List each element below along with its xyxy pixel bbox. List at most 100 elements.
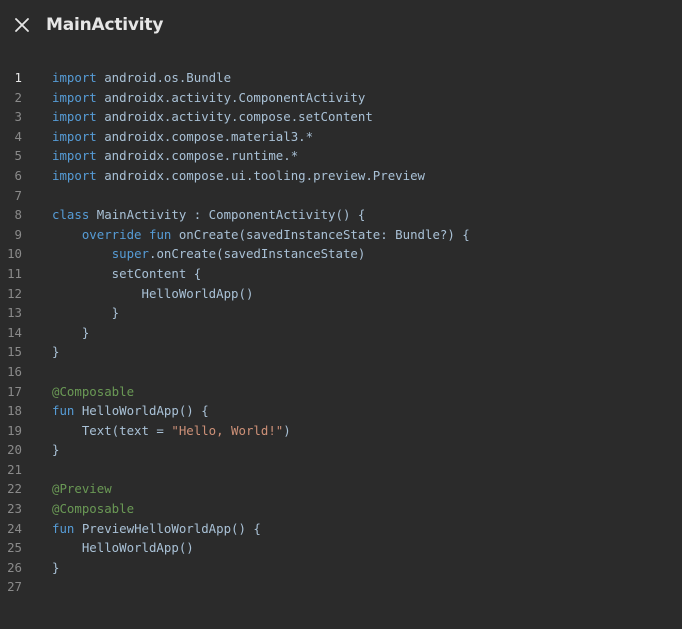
code-text: fun PreviewHelloWorldApp() { xyxy=(52,519,261,539)
line-number: 6 xyxy=(14,167,22,183)
line-number: 7 xyxy=(14,187,22,203)
code-text: } xyxy=(52,303,119,323)
code-text: import androidx.activity.compose.setCont… xyxy=(52,107,373,127)
code-line[interactable]: 20} xyxy=(0,440,682,460)
code-token: HelloWorldApp() xyxy=(52,285,254,301)
code-line[interactable]: 18 fun HelloWorldApp() { xyxy=(0,401,682,421)
line-number: 20 xyxy=(7,442,22,458)
code-token: } xyxy=(52,559,60,575)
line-number: 24 xyxy=(7,520,22,536)
code-line[interactable]: 8 class MainActivity : ComponentActivity(… xyxy=(0,205,682,225)
code-line[interactable]: 23 @Composable xyxy=(0,499,682,519)
code-line[interactable]: 11 setContent { xyxy=(0,264,682,284)
code-line[interactable]: 1 import android.os.Bundle xyxy=(0,68,682,88)
code-line[interactable]: 5 import androidx.compose.runtime.* xyxy=(0,146,682,166)
code-token: super xyxy=(111,246,149,262)
code-token: import xyxy=(52,70,97,85)
code-token: @Preview xyxy=(52,481,112,497)
code-token: import xyxy=(52,148,97,164)
code-text: import androidx.activity.ComponentActivi… xyxy=(52,88,365,108)
code-token: } xyxy=(52,305,120,321)
code-line[interactable]: 9 override fun onCreate(savedInstanceSta… xyxy=(0,225,682,245)
code-token: import xyxy=(52,167,97,183)
code-line[interactable]: 21 xyxy=(0,460,682,480)
code-line[interactable]: 2 import androidx.activity.ComponentActiv… xyxy=(0,88,682,108)
code-token: } xyxy=(52,442,60,458)
title-bar: MainActivity xyxy=(0,0,682,52)
code-token: fun xyxy=(52,520,75,536)
code-text: setContent { xyxy=(52,264,202,284)
code-token: androidx.activity.ComponentActivity xyxy=(96,89,366,105)
code-text: fun HelloWorldApp() { xyxy=(52,401,209,421)
line-number: 9 xyxy=(14,226,22,242)
code-token: MainActivity : ComponentActivity() { xyxy=(89,207,366,223)
code-token: "Hello, World!" xyxy=(171,422,284,438)
code-text: HelloWorldApp() xyxy=(52,538,194,558)
code-token: class xyxy=(52,207,90,223)
code-line[interactable]: 16 xyxy=(0,362,682,382)
code-text: class MainActivity : ComponentActivity()… xyxy=(52,205,365,225)
code-text: } xyxy=(52,342,59,362)
code-text: import androidx.compose.ui.tooling.previ… xyxy=(52,166,425,186)
code-token: import xyxy=(52,89,97,105)
code-text: super.onCreate(savedInstanceState) xyxy=(52,244,366,264)
code-line[interactable]: 7 xyxy=(0,186,682,206)
code-line[interactable]: 17 @Composable xyxy=(0,382,682,402)
code-token: Text(text = xyxy=(52,422,172,438)
line-number: 16 xyxy=(7,363,22,379)
code-token: HelloWorldApp() xyxy=(52,540,194,556)
code-token: androidx.compose.material3.* xyxy=(96,128,314,144)
code-token: HelloWorldApp() { xyxy=(74,403,209,419)
code-token: PreviewHelloWorldApp() { xyxy=(74,520,261,536)
code-line[interactable]: 27 xyxy=(0,577,682,597)
line-number: 14 xyxy=(7,324,22,340)
code-token: @Composable xyxy=(52,501,135,517)
code-token: androidx.compose.runtime.* xyxy=(96,148,299,164)
code-text: @Composable xyxy=(52,499,134,519)
window-title: MainActivity xyxy=(46,15,164,35)
code-line[interactable]: 19 Text(text = "Hello, World!") xyxy=(0,421,682,441)
code-line[interactable]: 22 @Preview xyxy=(0,479,682,499)
line-number: 13 xyxy=(7,305,22,321)
code-editor[interactable]: 1 import android.os.Bundle 2 import android… xyxy=(0,68,682,597)
code-token: androidx.activity.compose.setContent xyxy=(96,109,373,125)
code-token: import xyxy=(52,109,97,125)
code-line[interactable]: 26} xyxy=(0,558,682,578)
line-number: 25 xyxy=(7,540,22,556)
close-button[interactable] xyxy=(11,14,33,36)
code-line[interactable]: 6 import androidx.compose.ui.tooling.prev… xyxy=(0,166,682,186)
code-line[interactable]: 13 } xyxy=(0,303,682,323)
code-line[interactable]: 3 import androidx.activity.compose.setCon… xyxy=(0,107,682,127)
code-token: .onCreate(savedInstanceState) xyxy=(149,246,366,262)
code-token: } xyxy=(52,344,60,360)
code-text: import android.os.Bundle xyxy=(52,68,231,88)
code-text: Text(text = "Hello, World!") xyxy=(52,421,291,441)
code-text: @Composable xyxy=(52,382,134,402)
code-line[interactable]: 14 } xyxy=(0,323,682,343)
code-token: @Composable xyxy=(52,383,135,399)
line-number: 17 xyxy=(7,383,22,399)
code-line[interactable]: 10 super.onCreate(savedInstanceState) xyxy=(0,244,682,264)
line-number: 8 xyxy=(14,207,22,223)
code-token: android.os.Bundle xyxy=(96,70,232,85)
code-token: import xyxy=(52,128,97,144)
line-number: 12 xyxy=(7,285,22,301)
code-line[interactable]: 24 fun PreviewHelloWorldApp() { xyxy=(0,519,682,539)
code-text: import androidx.compose.material3.* xyxy=(52,127,313,147)
code-line[interactable]: 15} xyxy=(0,342,682,362)
line-number: 1 xyxy=(14,70,22,85)
line-number: 23 xyxy=(7,501,22,517)
line-number: 26 xyxy=(7,559,22,575)
code-line[interactable]: 12 HelloWorldApp() xyxy=(0,284,682,304)
code-token: } xyxy=(52,324,90,340)
code-token: onCreate(savedInstanceState: Bundle?) { xyxy=(171,226,470,242)
code-text: import androidx.compose.runtime.* xyxy=(52,146,298,166)
line-number: 22 xyxy=(7,481,22,497)
code-token: fun xyxy=(52,403,75,419)
code-line[interactable]: 25 HelloWorldApp() xyxy=(0,538,682,558)
code-line[interactable]: 4 import androidx.compose.material3.* xyxy=(0,127,682,147)
code-token: override fun xyxy=(81,226,172,242)
code-token: setContent { xyxy=(52,265,202,281)
